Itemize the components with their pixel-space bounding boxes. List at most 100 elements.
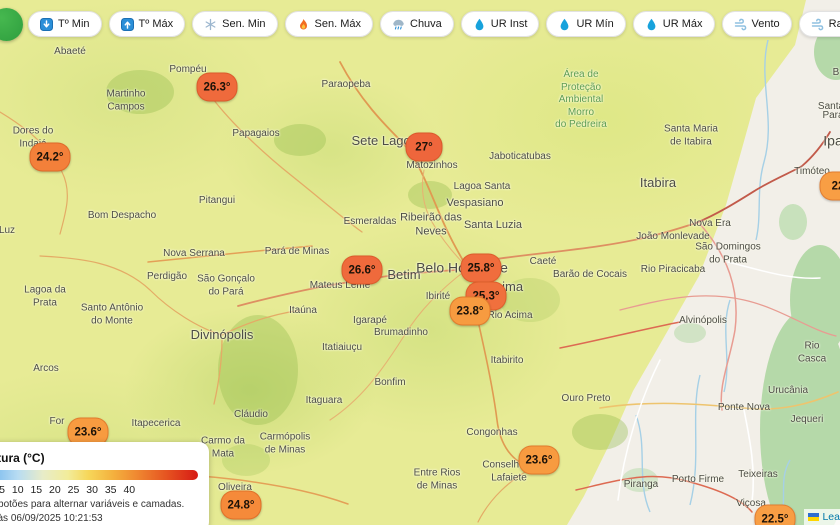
map-label: Itabirito — [490, 354, 524, 366]
temperature-marker[interactable]: 24.2° — [29, 142, 71, 172]
map-label: Nova Era — [689, 217, 731, 229]
ukraine-flag-icon — [808, 513, 820, 521]
layer-button-chuva[interactable]: Chuva — [380, 11, 454, 37]
layer-button-label: UR Inst — [490, 18, 528, 30]
layer-button-ur-m-n[interactable]: UR Mín — [546, 11, 626, 37]
map-label: Divinópolis — [190, 326, 254, 342]
legend-scale: -10 -5 0 5 10 15 20 25 30 35 40 — [0, 484, 136, 496]
map-label: Abaeté — [54, 45, 86, 57]
map-label: Lagoa Santa — [453, 180, 511, 192]
layer-button-sen-min[interactable]: Sen. Min — [192, 11, 278, 37]
temperature-marker[interactable]: 23.6° — [518, 445, 560, 475]
map-label: Santo Antônio do Monte — [80, 302, 144, 327]
map-label: Papagaios — [232, 127, 280, 139]
droplet-icon — [473, 18, 486, 31]
map-label: Matozinhos — [406, 159, 458, 171]
map-label: Porto Firme — [671, 473, 725, 485]
map-label: Ponte Nova — [717, 401, 771, 413]
layer-button-t-m-x[interactable]: Tº Máx — [108, 11, 186, 37]
map-label: Ipa — [823, 132, 840, 149]
map-label: Pará de Minas — [264, 245, 330, 257]
leaflet-link[interactable]: Leaflet — [822, 511, 840, 523]
layer-button-label: Sen. Máx — [314, 18, 361, 30]
map-label: B — [832, 66, 840, 78]
map-label: São Gonçalo do Pará — [197, 273, 255, 298]
temperature-marker[interactable]: 22.5° — [754, 504, 796, 525]
map-label: For — [49, 415, 65, 427]
temperature-marker[interactable]: 25.8° — [460, 253, 502, 283]
map-label: Luz — [0, 224, 16, 236]
map-label: Arcos — [33, 362, 59, 374]
map-label: Perdigão — [146, 270, 188, 282]
legend-updated-timestamp: Atualizado às 06/09/2025 10:21:53 — [0, 513, 103, 524]
map-label: Itatiaiuçu — [321, 341, 363, 353]
wind-icon — [811, 18, 824, 31]
map-label: Congonhas — [466, 426, 518, 438]
temp-up-icon — [120, 17, 134, 31]
map-label: Bom Despacho — [87, 209, 157, 221]
temp-down-icon — [40, 17, 53, 31]
map-label: Martinho Campos — [106, 88, 146, 113]
map-label: Igarapé — [353, 314, 387, 326]
snowflake-icon — [204, 18, 217, 31]
temperature-marker[interactable]: 26.6° — [341, 255, 383, 285]
map-label: Barão de Cocais — [553, 268, 627, 280]
map-label: Cláudio — [234, 408, 268, 420]
layer-button-label: UR Máx — [662, 18, 703, 30]
map-attribution: Leaflet — [804, 509, 840, 525]
map-label: Vespasiano — [446, 197, 504, 210]
layer-button-sen-m-x[interactable]: Sen. Máx — [284, 11, 373, 37]
flame-icon — [297, 18, 310, 31]
map-label: Teixeiras — [738, 468, 778, 480]
map-label: Entre Rios de Minas — [413, 467, 461, 492]
map-label: Esmeraldas — [343, 215, 397, 227]
temperature-marker[interactable]: 26.3° — [196, 72, 238, 102]
droplet-icon — [645, 18, 658, 31]
map-label: Rio Casca — [797, 340, 827, 365]
map-label: Itaúna — [289, 304, 317, 316]
temperature-marker[interactable]: 23.8° — [449, 296, 491, 326]
map-label: Rio Acima — [487, 309, 533, 321]
rain-cloud-icon — [392, 18, 405, 31]
map-label: Para — [822, 109, 840, 121]
layer-toolbar: Tº Min Tº Máx Sen. Min Sen. Máx Chuva UR Inst… — [28, 11, 840, 37]
map-label: Ouro Preto — [561, 392, 611, 404]
wind-icon — [734, 18, 747, 31]
map-label: Itabira — [639, 174, 677, 190]
map-label: Paraopeba — [321, 78, 371, 90]
layer-button-rajadas[interactable]: Rajadas — [798, 11, 840, 37]
weather-map-app: Tº Min Tº Máx Sen. Min Sen. Máx Chuva UR Inst… — [0, 0, 840, 525]
legend-gradient-bar — [0, 470, 198, 480]
map-label: Ribeirão das Neves — [400, 211, 462, 237]
layer-button-ur-inst[interactable]: UR Inst — [460, 11, 540, 37]
map-label: Urucânia — [767, 384, 809, 396]
legend-card: Temperatura (°C) -10 -5 0 5 10 15 20 25 … — [0, 442, 209, 525]
legend-hint: Clique nos botões para alternar variávei… — [0, 499, 185, 510]
map-label: Itapecerica — [131, 417, 181, 429]
layer-button-label: Tº Máx — [138, 18, 174, 30]
map-label: Itaguara — [305, 394, 343, 406]
layer-button-label: Tº Min — [58, 18, 90, 30]
droplet-icon — [558, 18, 571, 31]
temperature-marker[interactable]: 22 — [819, 171, 840, 201]
map-label: Jequeri — [790, 413, 824, 425]
map-label: Área de Proteção Ambiental Morro do Pedr… — [555, 68, 607, 130]
layer-button-t-min[interactable]: Tº Min — [28, 11, 102, 37]
map-label: Brumadinho — [374, 326, 428, 338]
map-label: Bonfim — [374, 376, 406, 388]
map-label: Nova Serrana — [163, 247, 225, 259]
layer-button-vento[interactable]: Vento — [721, 11, 792, 37]
map-label: Ibirité — [425, 290, 451, 302]
temperature-marker[interactable]: 24.8° — [220, 490, 262, 520]
temperature-marker[interactable]: 27° — [405, 132, 443, 162]
legend-title: Temperatura (°C) — [0, 451, 45, 465]
map-label: Santa Luzia — [463, 219, 523, 232]
map-label: Lagoa da Prata — [24, 284, 66, 309]
map-label: São Domingos do Prata — [695, 241, 761, 266]
layer-button-label: UR Mín — [576, 18, 614, 30]
map-label: Alvinópolis — [679, 314, 727, 326]
layer-button-label: Vento — [751, 18, 780, 30]
map-label: Caeté — [529, 255, 557, 267]
map-label: Jaboticatubas — [489, 150, 551, 162]
layer-button-ur-m-x[interactable]: UR Máx — [632, 11, 715, 37]
